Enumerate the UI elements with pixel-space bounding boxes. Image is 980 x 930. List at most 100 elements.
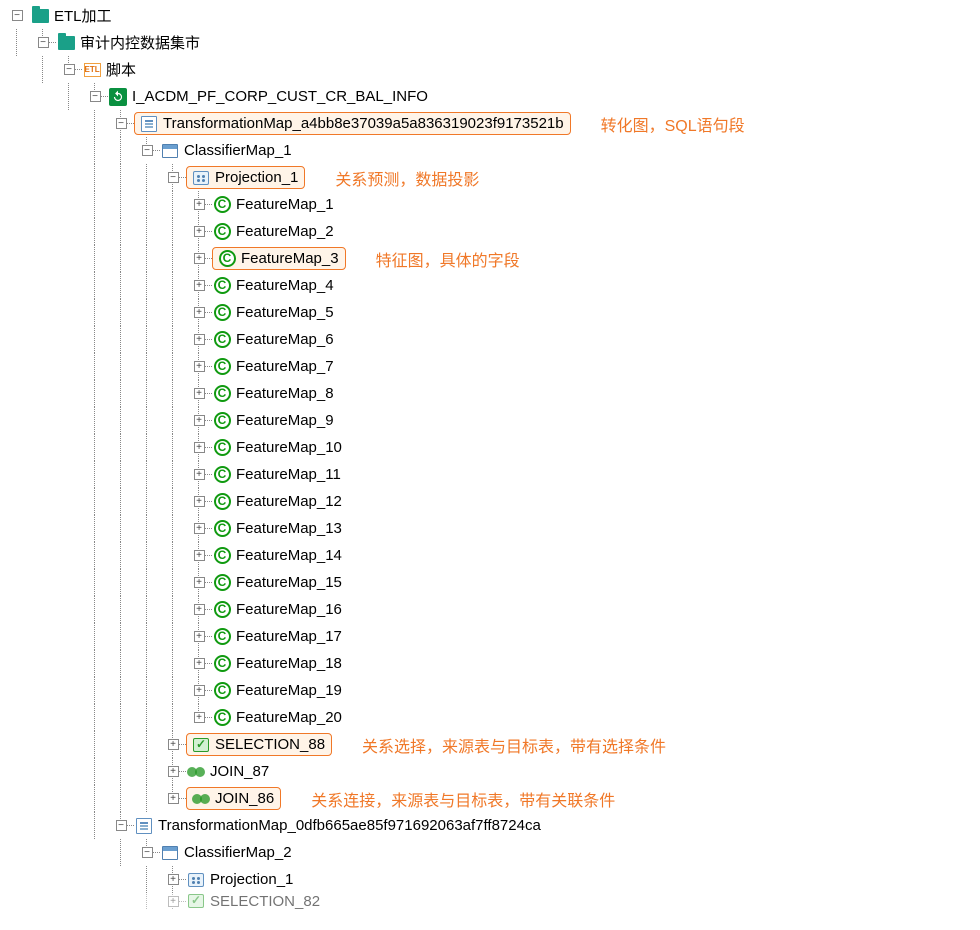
refresh-icon: [109, 88, 127, 106]
toggle-expand-icon[interactable]: +: [194, 253, 205, 264]
tree-label: Projection_1: [208, 871, 295, 888]
toggle-collapse-icon[interactable]: −: [116, 118, 127, 129]
feature-icon: C: [213, 655, 231, 673]
toggle-collapse-icon[interactable]: −: [64, 64, 75, 75]
toggle-expand-icon[interactable]: +: [194, 631, 205, 642]
toggle-expand-icon[interactable]: +: [168, 874, 179, 885]
feature-icon: C: [213, 520, 231, 538]
tree-item-classifier1[interactable]: − ClassifierMap_1: [4, 137, 980, 164]
tree-item-featuremap[interactable]: +CFeatureMap_5: [4, 299, 980, 326]
tree-item-job[interactable]: − I_ACDM_PF_CORP_CUST_CR_BAL_INFO: [4, 83, 980, 110]
tree-item-join86[interactable]: + JOIN_86 关系连接，来源表与目标表，带有关联条件: [4, 785, 980, 812]
toggle-expand-icon[interactable]: +: [194, 685, 205, 696]
tree-label: FeatureMap_6: [234, 331, 336, 348]
toggle-expand-icon[interactable]: +: [194, 280, 205, 291]
toggle-collapse-icon[interactable]: −: [38, 37, 49, 48]
toggle-collapse-icon[interactable]: −: [168, 172, 179, 183]
toggle-expand-icon[interactable]: +: [194, 469, 205, 480]
highlighted-node: CFeatureMap_3: [212, 247, 346, 270]
annotation-text: 关系预测，数据投影: [335, 166, 479, 190]
toggle-expand-icon[interactable]: +: [194, 199, 205, 210]
tree-label: FeatureMap_11: [234, 466, 343, 483]
feature-icon: C: [213, 709, 231, 727]
toggle-collapse-icon[interactable]: −: [116, 820, 127, 831]
tree-item-projection2[interactable]: + Projection_1: [4, 866, 980, 893]
highlighted-node: JOIN_86: [186, 787, 281, 810]
join-icon: [192, 790, 210, 808]
tree-item-featuremap[interactable]: +CFeatureMap_9: [4, 407, 980, 434]
toggle-expand-icon[interactable]: +: [168, 793, 179, 804]
toggle-expand-icon[interactable]: +: [194, 712, 205, 723]
tree-item-datamart[interactable]: − 审计内控数据集市: [4, 29, 980, 56]
tree-item-featuremap[interactable]: +CFeatureMap_8: [4, 380, 980, 407]
toggle-expand-icon[interactable]: +: [194, 496, 205, 507]
toggle-expand-icon[interactable]: +: [194, 307, 205, 318]
tree-item-classifier2[interactable]: − ClassifierMap_2: [4, 839, 980, 866]
toggle-collapse-icon[interactable]: −: [90, 91, 101, 102]
tree-label: FeatureMap_10: [234, 439, 344, 456]
toggle-expand-icon[interactable]: +: [194, 226, 205, 237]
tree-label: FeatureMap_12: [234, 493, 344, 510]
tree-item-featuremap[interactable]: + CFeatureMap_10: [4, 434, 980, 461]
tree-item-projection1[interactable]: − Projection_1 关系预测，数据投影: [4, 164, 980, 191]
toggle-collapse-icon[interactable]: −: [142, 145, 153, 156]
toggle-expand-icon[interactable]: +: [194, 388, 205, 399]
tree-item-featuremap[interactable]: + CFeatureMap_6: [4, 326, 980, 353]
tree-item-featuremap[interactable]: +CFeatureMap_1: [4, 191, 980, 218]
tree-label: FeatureMap_2: [234, 223, 336, 240]
toggle-expand-icon[interactable]: +: [194, 442, 205, 453]
tree-item-featuremap[interactable]: +CFeatureMap_20: [4, 704, 980, 731]
tree-item-featuremap[interactable]: +CFeatureMap_4: [4, 272, 980, 299]
tree-label: ETL加工: [52, 5, 114, 26]
feature-icon: C: [213, 466, 231, 484]
highlighted-node: TransformationMap_a4bb8e37039a5a83631902…: [134, 112, 571, 135]
tree-item-featuremap[interactable]: +CFeatureMap_16: [4, 596, 980, 623]
toggle-expand-icon[interactable]: +: [168, 739, 179, 750]
tree-item-transform1[interactable]: − TransformationMap_a4bb8e37039a5a836319…: [4, 110, 980, 137]
toggle-expand-icon[interactable]: +: [194, 604, 205, 615]
tree-label: SELECTION_82: [208, 893, 322, 909]
tree-item-join87[interactable]: + JOIN_87: [4, 758, 980, 785]
toggle-expand-icon[interactable]: +: [194, 415, 205, 426]
tree-item-selection82[interactable]: + SELECTION_82: [4, 893, 980, 909]
toggle-collapse-icon[interactable]: −: [142, 847, 153, 858]
toggle-expand-icon[interactable]: +: [168, 896, 179, 907]
tree-label: ClassifierMap_2: [182, 844, 294, 861]
toggle-expand-icon[interactable]: +: [168, 766, 179, 777]
tree-label: FeatureMap_4: [234, 277, 336, 294]
tree-item-featuremap[interactable]: +CFeatureMap_13: [4, 515, 980, 542]
tree-item-scripts[interactable]: − ETL 脚本: [4, 56, 980, 83]
tree-item-featuremap[interactable]: + CFeatureMap_14: [4, 542, 980, 569]
tree-label: FeatureMap_8: [234, 385, 336, 402]
toggle-expand-icon[interactable]: +: [194, 334, 205, 345]
feature-icon: C: [213, 439, 231, 457]
tree-item-selection88[interactable]: + SELECTION_88 关系选择，来源表与目标表，带有选择条件: [4, 731, 980, 758]
toggle-expand-icon[interactable]: +: [194, 577, 205, 588]
feature-icon: C: [213, 601, 231, 619]
feature-icon: C: [213, 628, 231, 646]
tree-item-featuremap[interactable]: +CFeatureMap_2: [4, 218, 980, 245]
tree-label: FeatureMap_14: [234, 547, 344, 564]
tree-item-featuremap[interactable]: +CFeatureMap_18: [4, 650, 980, 677]
tree-item-transform2[interactable]: − TransformationMap_0dfb665ae85f97169206…: [4, 812, 980, 839]
projection-icon: [187, 871, 205, 889]
tree-item-featuremap[interactable]: +CFeatureMap_17: [4, 623, 980, 650]
tree-item-featuremap[interactable]: +CFeatureMap_19: [4, 677, 980, 704]
tree-item-featuremap[interactable]: +CFeatureMap_7: [4, 353, 980, 380]
tree-label: 审计内控数据集市: [78, 32, 202, 53]
tree-item-featuremap[interactable]: + CFeatureMap_11: [4, 461, 980, 488]
tree-item-featuremap[interactable]: +CFeatureMap_15: [4, 569, 980, 596]
tree-item-featuremap[interactable]: + CFeatureMap_3 特征图，具体的字段: [4, 245, 980, 272]
toggle-collapse-icon[interactable]: −: [12, 10, 23, 21]
feature-icon: C: [213, 547, 231, 565]
annotation-text: 转化图，SQL语句段: [601, 112, 745, 136]
tree-item-root[interactable]: − ETL加工: [4, 2, 980, 29]
feature-icon: C: [213, 331, 231, 349]
toggle-expand-icon[interactable]: +: [194, 361, 205, 372]
annotation-text: 特征图，具体的字段: [376, 247, 520, 271]
toggle-expand-icon[interactable]: +: [194, 550, 205, 561]
feature-icon: C: [218, 250, 236, 268]
toggle-expand-icon[interactable]: +: [194, 658, 205, 669]
tree-item-featuremap[interactable]: +CFeatureMap_12: [4, 488, 980, 515]
toggle-expand-icon[interactable]: +: [194, 523, 205, 534]
